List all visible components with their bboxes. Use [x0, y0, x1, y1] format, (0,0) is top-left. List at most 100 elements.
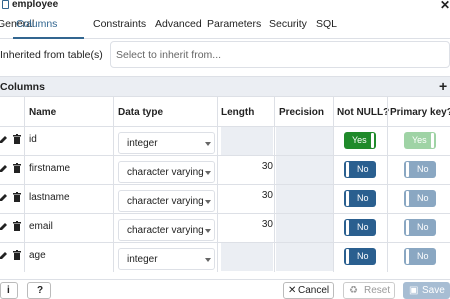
columns-section-header: Columns +	[0, 76, 450, 97]
save-icon: ▣	[409, 285, 419, 296]
length-value: 30	[261, 161, 273, 172]
tab-advanced[interactable]: Advanced	[155, 18, 202, 30]
data-type-select[interactable]: integer	[118, 248, 215, 270]
reset-button[interactable]: ♻ Reset	[343, 282, 395, 299]
not-null-toggle[interactable]: No	[344, 190, 376, 207]
tab-columns[interactable]: Columns	[16, 18, 57, 30]
length-cell[interactable]: 30	[221, 214, 273, 242]
cancel-label: Cancel	[298, 285, 330, 296]
help-icon: ?	[37, 285, 44, 296]
toggle-knob	[346, 249, 349, 264]
data-type-select[interactable]: character varying	[118, 161, 215, 183]
data-type-value: integer	[127, 254, 158, 265]
toggle-label: No	[417, 164, 429, 174]
not-null-toggle[interactable]: Yes	[344, 132, 376, 149]
tab-constraints[interactable]: Constraints	[93, 18, 146, 30]
inherit-select[interactable]: Select to inherit from...	[110, 41, 450, 68]
length-value: 30	[261, 219, 273, 230]
edit-icon[interactable]	[0, 222, 8, 230]
table-row: firstname character varying 30 No No	[0, 156, 450, 185]
data-type-select[interactable]: integer	[118, 132, 215, 154]
toggle-label: No	[357, 193, 369, 203]
not-null-toggle[interactable]: No	[344, 248, 376, 265]
primary-key-toggle[interactable]: No	[404, 161, 436, 178]
toggle-knob	[371, 133, 374, 148]
length-cell[interactable]: 30	[221, 156, 273, 184]
column-name[interactable]: email	[29, 221, 53, 232]
data-type-value: integer	[127, 138, 158, 149]
toggle-label: No	[357, 251, 369, 261]
primary-key-toggle[interactable]: No	[404, 219, 436, 236]
edit-icon[interactable]	[0, 251, 8, 259]
not-null-toggle[interactable]: No	[344, 219, 376, 236]
data-type-select[interactable]: character varying	[118, 190, 215, 212]
column-name[interactable]: lastname	[29, 192, 70, 203]
info-button[interactable]: i	[0, 282, 18, 299]
trash-icon[interactable]	[13, 163, 21, 173]
tab-bar: General Columns Constraints Advanced Par…	[0, 13, 450, 39]
tab-parameters[interactable]: Parameters	[207, 18, 261, 30]
column-name[interactable]: id	[29, 134, 37, 145]
help-button[interactable]: ?	[27, 282, 51, 299]
precision-cell	[276, 214, 333, 242]
length-cell[interactable]: 30	[221, 185, 273, 213]
close-icon[interactable]: ✕	[440, 0, 450, 12]
trash-icon[interactable]	[13, 134, 21, 144]
edit-icon[interactable]	[0, 135, 8, 143]
table-icon	[2, 0, 9, 9]
dialog-title: employee	[12, 0, 59, 10]
column-name[interactable]: firstname	[29, 163, 70, 174]
column-name[interactable]: age	[29, 250, 46, 261]
toggle-label: Yes	[352, 135, 367, 145]
chevron-down-icon	[205, 229, 211, 233]
header-primary-key: Primary key?	[390, 107, 450, 118]
toggle-label: No	[417, 222, 429, 232]
primary-key-toggle[interactable]: Yes	[404, 132, 436, 149]
data-type-value: character varying	[127, 167, 204, 178]
toggle-label: No	[417, 193, 429, 203]
toggle-label: Yes	[412, 135, 427, 145]
toggle-knob	[406, 249, 409, 264]
length-cell	[221, 127, 273, 155]
toggle-knob	[406, 162, 409, 177]
table-row: age integer No No	[0, 243, 450, 272]
data-type-value: character varying	[127, 225, 204, 236]
toggle-knob	[431, 133, 434, 148]
tab-sql[interactable]: SQL	[316, 18, 337, 30]
toggle-knob	[346, 191, 349, 206]
edit-icon[interactable]	[0, 193, 8, 201]
not-null-toggle[interactable]: No	[344, 161, 376, 178]
dialog-titlebar: employee ✕	[0, 0, 450, 12]
precision-cell	[276, 156, 333, 184]
precision-cell	[276, 127, 333, 155]
header-name: Name	[29, 107, 57, 118]
add-column-button[interactable]: +	[439, 78, 447, 94]
header-precision: Precision	[279, 107, 325, 118]
table-row: lastname character varying 30 No No	[0, 185, 450, 214]
data-type-select[interactable]: character varying	[118, 219, 215, 241]
reset-label: Reset	[364, 285, 391, 296]
precision-cell	[276, 185, 333, 213]
precision-cell	[276, 243, 333, 271]
primary-key-toggle[interactable]: No	[404, 190, 436, 207]
cancel-button[interactable]: ✕ Cancel	[283, 282, 334, 299]
header-data-type: Data type	[118, 107, 164, 118]
save-button[interactable]: ▣ Save	[403, 282, 450, 299]
trash-icon[interactable]	[13, 192, 21, 202]
edit-icon[interactable]	[0, 164, 8, 172]
trash-icon[interactable]	[13, 250, 21, 260]
tab-security[interactable]: Security	[269, 18, 307, 30]
save-label: Save	[422, 285, 445, 296]
toggle-knob	[406, 220, 409, 235]
toggle-label: No	[357, 222, 369, 232]
active-tab-indicator	[13, 37, 84, 39]
header-length: Length	[221, 107, 255, 118]
toggle-label: No	[417, 251, 429, 261]
info-icon: i	[7, 285, 10, 296]
primary-key-toggle[interactable]: No	[404, 248, 436, 265]
toggle-knob	[406, 191, 409, 206]
toggle-knob	[346, 162, 349, 177]
table-row: email character varying 30 No No	[0, 214, 450, 243]
trash-icon[interactable]	[13, 221, 21, 231]
chevron-down-icon	[205, 171, 211, 175]
